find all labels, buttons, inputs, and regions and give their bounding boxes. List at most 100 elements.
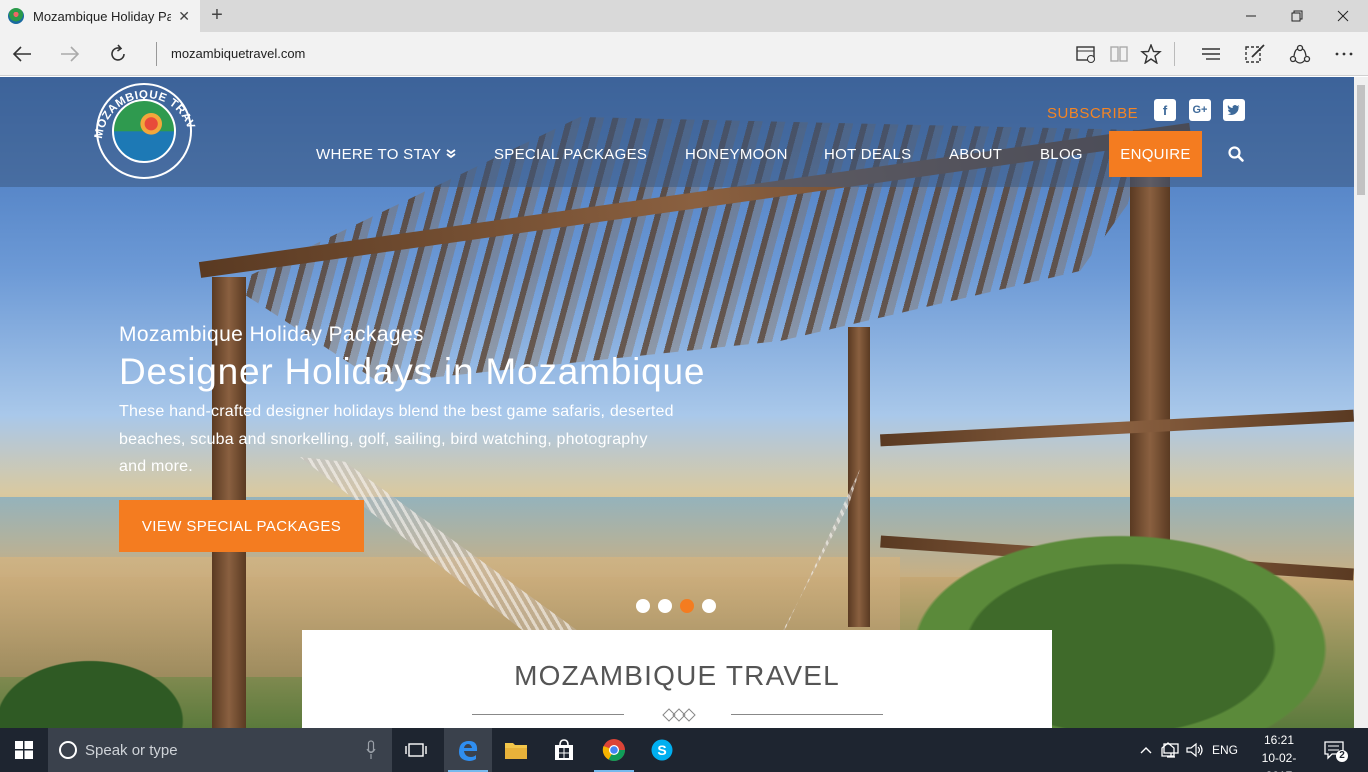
task-view-button[interactable] — [392, 728, 440, 772]
web-note-button[interactable] — [1243, 42, 1267, 66]
nav-blog[interactable]: BLOG — [1040, 133, 1083, 175]
more-icon — [1335, 52, 1353, 56]
network-tray-button[interactable] — [1163, 728, 1179, 772]
nav-honeymoon[interactable]: HONEYMOON — [685, 133, 788, 175]
action-center-button[interactable]: 2 — [1324, 728, 1348, 772]
favorite-button[interactable] — [1139, 42, 1163, 66]
star-icon — [1140, 44, 1162, 64]
reading-view-button[interactable] — [1107, 42, 1131, 66]
windows-logo-icon — [15, 741, 33, 759]
network-icon — [1163, 743, 1179, 758]
search-icon[interactable] — [1227, 145, 1245, 163]
divider-left — [472, 714, 624, 715]
book-icon — [1110, 46, 1128, 62]
start-button[interactable] — [0, 728, 48, 772]
twitter-icon[interactable] — [1223, 99, 1245, 121]
reading-list-button[interactable] — [1074, 42, 1098, 66]
clock-time: 16:21 — [1263, 733, 1295, 747]
cortana-placeholder: Speak or type — [85, 741, 178, 759]
facebook-icon[interactable]: f — [1154, 99, 1176, 121]
store-button[interactable] — [540, 728, 588, 772]
nav-special-packages[interactable]: SPECIAL PACKAGES — [494, 133, 647, 175]
reading-list-icon — [1076, 46, 1095, 63]
svg-text:MOZAMBIQUE TRAVEL: MOZAMBIQUE TRAVEL — [84, 77, 197, 140]
hero-description: These hand-crafted designer holidays ble… — [119, 403, 674, 475]
file-explorer-button[interactable] — [492, 728, 540, 772]
browser-tab[interactable]: Mozambique Holiday Pa ✕ — [0, 0, 200, 32]
forward-button[interactable] — [48, 32, 92, 76]
page-scrollbar[interactable] — [1354, 77, 1368, 728]
hero-title: Designer Holidays in Mozambique — [119, 351, 706, 392]
microphone-icon[interactable] — [366, 740, 376, 760]
folder-icon — [505, 743, 527, 759]
task-view-icon — [405, 743, 427, 757]
double-chevron-down-icon — [446, 149, 456, 159]
hero-subtitle: Mozambique Holiday Packages — [119, 323, 424, 346]
more-button[interactable] — [1332, 42, 1356, 66]
back-button[interactable] — [0, 32, 44, 76]
show-hidden-icons-button[interactable] — [1140, 728, 1152, 772]
google-plus-icon[interactable]: G+ — [1189, 99, 1211, 121]
slider-dot-3[interactable] — [680, 599, 694, 613]
slider-dot-4[interactable] — [702, 599, 716, 613]
address-separator — [156, 42, 157, 66]
hub-icon — [1202, 48, 1220, 60]
close-window-button[interactable] — [1320, 0, 1366, 32]
cortana-search-box[interactable]: Speak or type — [48, 728, 392, 772]
nav-about[interactable]: ABOUT — [949, 133, 1002, 175]
hero-fence-top — [880, 409, 1354, 447]
twitter-bird-icon — [1227, 105, 1240, 115]
taskbar-clock[interactable]: 16:21 10-02-2017 — [1252, 731, 1306, 772]
slider-dot-2[interactable] — [658, 599, 672, 613]
web-page: MOZAMBIQUE TRAVEL SUBSCRIBE f G+ WHERE T… — [0, 77, 1354, 728]
volume-tray-button[interactable] — [1186, 728, 1204, 772]
slider-dot-1[interactable] — [636, 599, 650, 613]
share-icon — [1289, 44, 1311, 64]
restore-icon — [1291, 10, 1303, 22]
restore-button[interactable] — [1274, 0, 1320, 32]
skype-icon: S — [651, 739, 673, 761]
intro-card: MOZAMBIQUE TRAVEL — [302, 630, 1052, 728]
edge-browser-icon — [459, 741, 478, 761]
notification-count-badge: 2 — [1336, 750, 1348, 762]
hub-button[interactable] — [1199, 42, 1223, 66]
close-tab-icon[interactable]: ✕ — [178, 8, 190, 25]
toolbar-separator — [1174, 42, 1175, 66]
skype-app-button[interactable]: S — [638, 728, 686, 772]
minimize-button[interactable] — [1228, 0, 1274, 32]
refresh-icon — [111, 44, 125, 61]
share-button[interactable] — [1288, 42, 1312, 66]
web-note-icon — [1245, 44, 1265, 63]
divider-right — [731, 714, 883, 715]
windows-taskbar: Speak or type S ENG 16:21 10-02-2017 2 — [0, 728, 1368, 772]
store-bag-icon — [555, 739, 573, 760]
new-tab-button[interactable]: + — [207, 4, 227, 27]
chrome-app-button[interactable] — [590, 728, 638, 772]
clock-date: 10-02-2017 — [1261, 751, 1297, 772]
speaker-icon — [1186, 742, 1203, 758]
nav-where-to-stay[interactable]: WHERE TO STAY — [316, 133, 456, 175]
subscribe-link[interactable]: SUBSCRIBE — [1047, 105, 1138, 122]
view-special-packages-button[interactable]: VIEW SPECIAL PACKAGES — [119, 500, 364, 552]
cortana-icon — [59, 741, 77, 759]
hero-pole-middle — [848, 327, 870, 627]
url-field[interactable]: mozambiquetravel.com — [171, 46, 305, 61]
chevron-up-icon — [1140, 747, 1152, 754]
nav-hot-deals[interactable]: HOT DEALS — [824, 133, 911, 175]
svg-text:S: S — [657, 742, 666, 758]
address-bar: mozambiquetravel.com — [0, 32, 1368, 76]
scrollbar-thumb[interactable] — [1357, 85, 1365, 195]
forward-arrow-icon — [61, 46, 80, 62]
back-arrow-icon — [12, 46, 31, 62]
edge-app-button[interactable] — [444, 728, 492, 772]
chrome-icon — [602, 739, 625, 761]
browser-tab-bar: Mozambique Holiday Pa ✕ + — [0, 0, 1368, 32]
nav-where-to-stay-label: WHERE TO STAY — [316, 145, 442, 163]
intro-card-title: MOZAMBIQUE TRAVEL — [514, 660, 840, 691]
language-indicator[interactable]: ENG — [1212, 728, 1238, 772]
hero-bush-left — [0, 637, 220, 728]
logo-arc-text: MOZAMBIQUE TRAVEL — [84, 77, 197, 140]
enquire-button[interactable]: ENQUIRE — [1109, 131, 1202, 177]
slider-dots — [636, 599, 716, 613]
refresh-button[interactable] — [96, 32, 140, 76]
